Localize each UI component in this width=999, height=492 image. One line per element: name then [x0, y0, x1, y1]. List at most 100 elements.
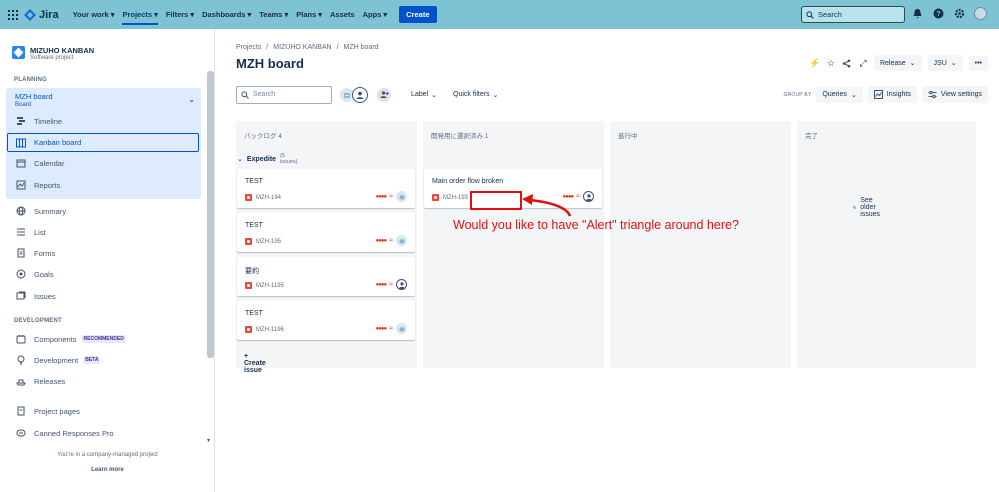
- release-label: Release: [879, 59, 906, 67]
- sidebar-item-forms[interactable]: Forms: [16, 248, 55, 258]
- jira-logo[interactable]: Jira: [24, 8, 59, 21]
- jsu-button[interactable]: JSU ⌄: [927, 55, 963, 71]
- beta-badge: BETA: [83, 356, 101, 364]
- priority-highest-icon: ≈: [389, 193, 393, 200]
- card-key: MZH-195: [245, 238, 281, 245]
- share-icon[interactable]: [842, 58, 852, 68]
- project-sidebar: MIZUHO KANBAN Software project PLANNING …: [0, 29, 215, 492]
- assignee-avatar-unassigned[interactable]: [352, 86, 368, 103]
- more-actions-icon[interactable]: •••: [968, 55, 988, 71]
- sidebar-item-label: Issues: [34, 291, 56, 301]
- nav-label: Filters: [165, 10, 189, 19]
- robot-avatar-icon: [396, 235, 407, 246]
- learn-more-link[interactable]: Learn more: [0, 467, 215, 473]
- annotation-text: Would you like to have "Alert" triangle …: [453, 218, 739, 232]
- user-avatar[interactable]: [974, 7, 987, 20]
- sidebar-item-canned-responses[interactable]: Canned Responses Pro: [16, 428, 114, 438]
- nav-plans[interactable]: Plans ▾: [296, 10, 322, 19]
- quick-filters-dropdown[interactable]: Quick filters ⌄: [453, 91, 498, 99]
- board-search-input[interactable]: Search: [236, 85, 332, 104]
- swimlane-count: (5 issues): [280, 153, 298, 165]
- card-key: MZH-1195: [245, 282, 284, 289]
- sidebar-item-issues[interactable]: Issues: [16, 291, 56, 301]
- insights-button[interactable]: Insights: [867, 86, 917, 103]
- settings-gear-icon[interactable]: [953, 7, 966, 20]
- sidebar-item-list[interactable]: List: [16, 227, 46, 237]
- robot-avatar-icon: [344, 92, 350, 98]
- card-meta: ●●●● ≈: [376, 323, 407, 334]
- sidebar-item-summary[interactable]: Summary: [16, 206, 66, 216]
- sidebar-scrollbar[interactable]: [207, 71, 214, 358]
- sidebar-item-reports[interactable]: Reports: [16, 180, 60, 190]
- scroll-down-arrow-icon[interactable]: ▾: [207, 437, 210, 444]
- view-settings-button[interactable]: View settings: [921, 86, 988, 103]
- nav-assets[interactable]: Assets: [330, 10, 355, 19]
- card-key: MZH-1196: [245, 326, 284, 333]
- sidebar-item-kanban-board[interactable]: Kanban board: [7, 133, 199, 152]
- issues-stack-icon: [16, 291, 26, 301]
- sidebar-item-goals[interactable]: Goals: [16, 269, 54, 279]
- nav-teams[interactable]: Teams ▾: [259, 10, 288, 19]
- global-search-input[interactable]: Search: [801, 6, 905, 23]
- star-icon[interactable]: ☆: [826, 58, 836, 68]
- sidebar-item-releases[interactable]: Releases: [16, 376, 65, 386]
- chevron-down-icon[interactable]: ⌄: [188, 95, 195, 104]
- sidebar-item-project-pages[interactable]: Project pages: [16, 406, 80, 416]
- issue-card[interactable]: 要約 MZH-1195 ●●●● ≈: [237, 257, 415, 296]
- project-name: MIZUHO KANBAN: [30, 46, 95, 55]
- sidebar-item-label: Reports: [34, 180, 61, 190]
- app-switcher-icon[interactable]: [8, 9, 18, 20]
- annotation-arrow-icon: [522, 194, 572, 217]
- swimlane-expedite[interactable]: ⌄ Expedite (5 issues): [237, 153, 297, 165]
- help-icon[interactable]: ?: [932, 7, 945, 20]
- nav-your-work[interactable]: Your work ▾: [73, 10, 115, 19]
- sidebar-item-calendar[interactable]: Calendar: [16, 158, 64, 168]
- chevron-down-icon: ⌄: [431, 91, 438, 99]
- nav-label: Plans: [296, 10, 317, 19]
- sidebar-item-label: List: [34, 227, 46, 237]
- search-icon: [806, 10, 814, 19]
- forms-icon: [16, 248, 26, 258]
- page-title: MZH board: [236, 56, 304, 71]
- nav-label: Projects: [122, 10, 153, 19]
- automation-lightning-icon[interactable]: ⚡: [809, 58, 820, 68]
- create-button[interactable]: Create: [399, 6, 437, 23]
- view-settings-text: View settings: [940, 91, 982, 98]
- development-section-label: DEVELOPMENT: [14, 318, 62, 324]
- release-button[interactable]: Release ⌄: [873, 55, 922, 71]
- breadcrumb-projects[interactable]: Projects: [236, 44, 261, 51]
- board-main: Projects / MIZUHO KANBAN / MZH board MZH b…: [216, 29, 999, 492]
- sidebar-item-label: Forms: [34, 248, 56, 258]
- jira-logo-icon: [24, 8, 36, 21]
- breadcrumb-board[interactable]: MZH board: [344, 44, 379, 51]
- project-header[interactable]: MIZUHO KANBAN Software project: [12, 46, 94, 61]
- nav-apps[interactable]: Apps ▾: [363, 10, 388, 19]
- nav-projects[interactable]: Projects ▾: [122, 4, 158, 25]
- ship-icon: [16, 376, 26, 386]
- nav-dashboards[interactable]: Dashboards ▾: [202, 10, 251, 19]
- sidebar-item-development[interactable]: Development BETA: [16, 355, 101, 365]
- issue-card[interactable]: TEST MZH-194 ●●●● ≈: [237, 169, 415, 208]
- notifications-icon[interactable]: [911, 7, 924, 20]
- issue-key: MZH-193: [443, 194, 469, 201]
- story-points-dots-icon: ●●●●: [375, 281, 387, 288]
- global-search-placeholder: Search: [818, 10, 842, 19]
- priority-highest-icon: ≈: [389, 325, 393, 332]
- column-title: 進行中: [618, 133, 638, 140]
- issue-card[interactable]: TEST MZH-1196 ●●●● ≈: [237, 301, 415, 340]
- chevron-down-icon: ▾: [110, 10, 115, 19]
- card-meta: ●●●● ≈: [376, 235, 407, 246]
- create-issue-button[interactable]: + Create issue: [244, 353, 266, 374]
- svg-text:?: ?: [936, 11, 940, 18]
- nav-filters[interactable]: Filters ▾: [166, 10, 194, 19]
- sidebar-item-timeline[interactable]: Timeline: [16, 116, 62, 126]
- issue-card[interactable]: TEST MZH-195 ●●●● ≈: [237, 213, 415, 252]
- fullscreen-expand-icon[interactable]: ⤢: [858, 58, 868, 68]
- breadcrumb-separator: /: [336, 44, 339, 51]
- label-filter-dropdown[interactable]: Label ⌄: [411, 91, 437, 99]
- see-older-issues-link[interactable]: See older issues: [853, 197, 884, 218]
- add-people-button[interactable]: [376, 86, 392, 103]
- group-by-queries-dropdown[interactable]: Queries ⌄: [816, 86, 863, 103]
- breadcrumb-project[interactable]: MIZUHO KANBAN: [273, 44, 331, 51]
- sidebar-item-components[interactable]: Components RECOMMENDED: [16, 334, 126, 344]
